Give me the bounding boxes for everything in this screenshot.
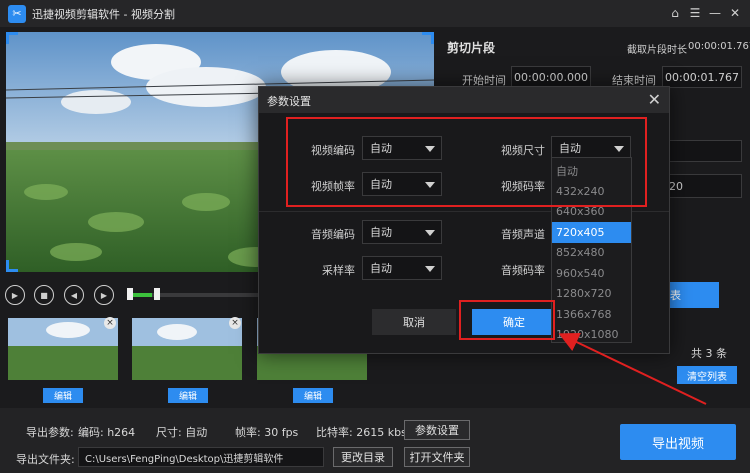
annotation-arrow: [558, 333, 707, 405]
